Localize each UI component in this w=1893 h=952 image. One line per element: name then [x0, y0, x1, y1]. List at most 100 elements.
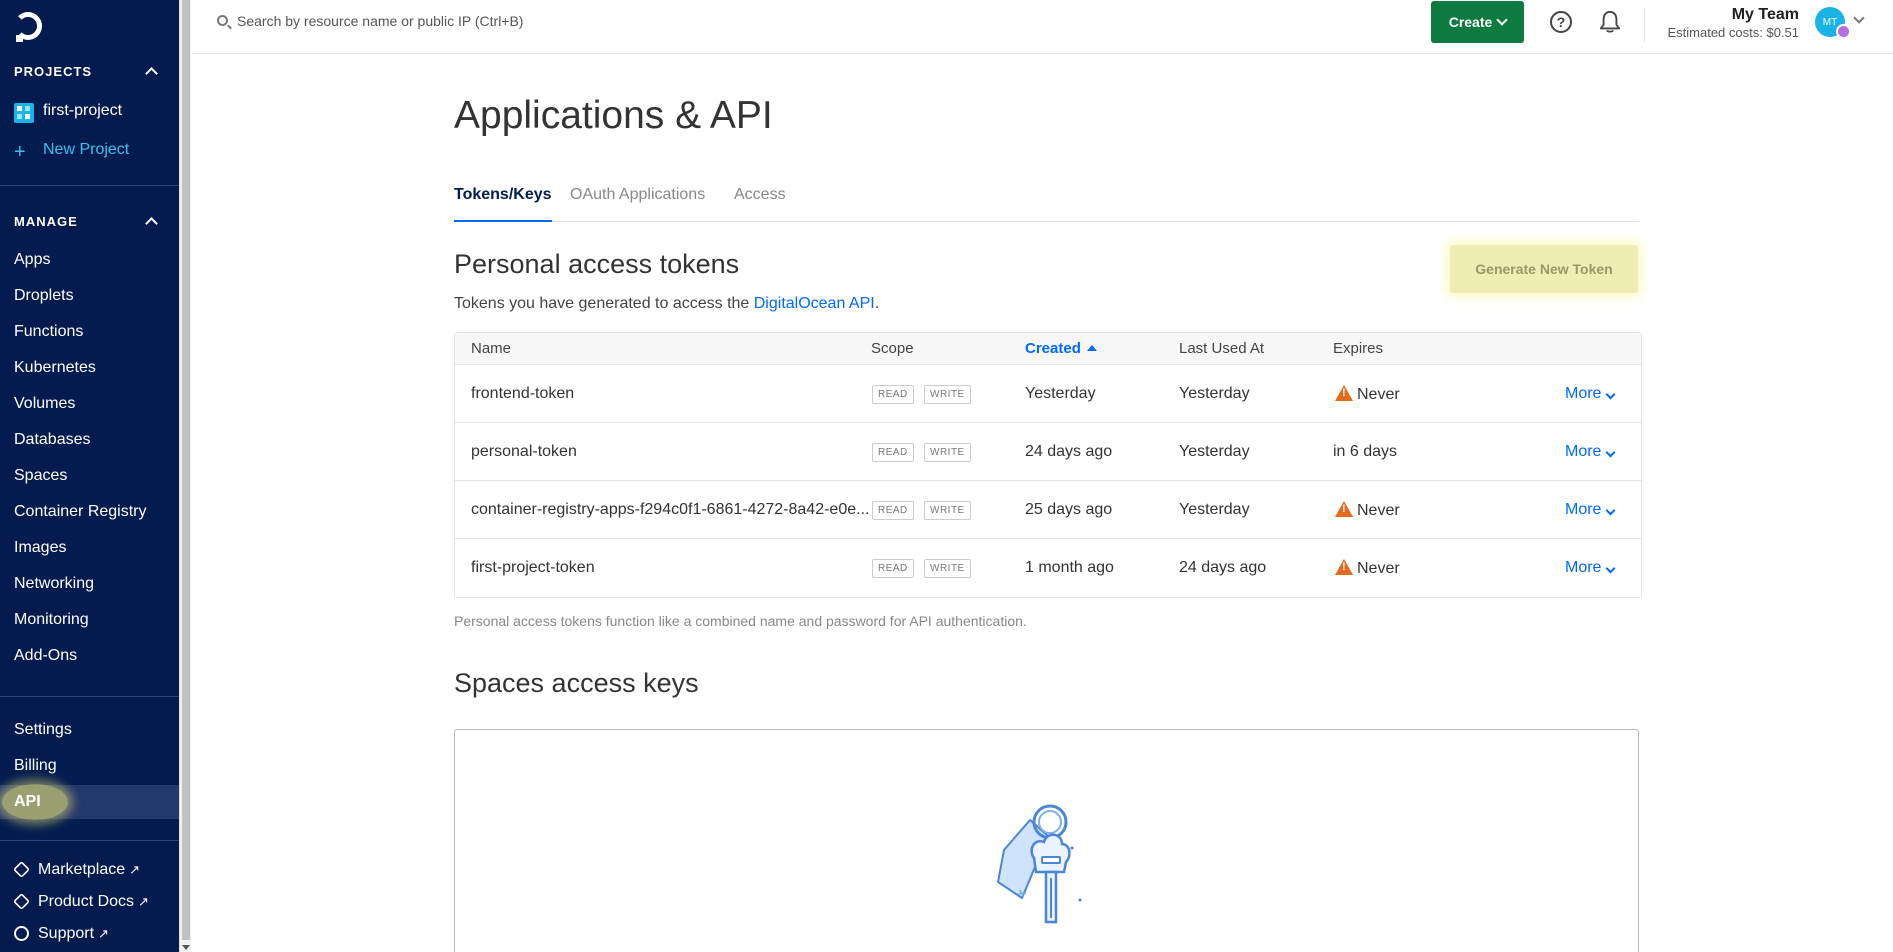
- table-header: Name Scope Created Last Used At Expires: [455, 333, 1641, 365]
- warning-icon: [1335, 385, 1353, 401]
- tabs: Tokens/Keys OAuth Applications Access: [454, 186, 1639, 222]
- column-created[interactable]: Created: [1025, 340, 1097, 357]
- plus-icon[interactable]: +: [14, 141, 26, 164]
- token-expires-value: Never: [1357, 502, 1400, 519]
- token-name: frontend-token: [471, 385, 575, 402]
- sidebar-item-add-ons[interactable]: Add-Ons: [14, 647, 77, 665]
- tab-access[interactable]: Access: [734, 186, 786, 222]
- scrollbar-thumb[interactable]: [182, 0, 190, 940]
- chevron-down-icon: [1496, 14, 1508, 26]
- chevron-down-icon: [1606, 563, 1616, 574]
- tab-oauth-applications[interactable]: OAuth Applications: [570, 186, 705, 222]
- table-row: personal-token READ WRITE 24 days ago Ye…: [455, 423, 1641, 481]
- divider: [0, 840, 179, 841]
- warning-icon: [1335, 559, 1353, 575]
- more-menu-button[interactable]: More: [1565, 385, 1616, 403]
- sidebar-item-spaces[interactable]: Spaces: [14, 467, 67, 485]
- search-input[interactable]: [237, 10, 797, 32]
- more-menu-button[interactable]: More: [1565, 559, 1616, 577]
- column-scope[interactable]: Scope: [871, 340, 914, 357]
- create-button[interactable]: Create: [1431, 1, 1524, 43]
- product-docs-link[interactable]: Product Docs ↗: [38, 893, 149, 911]
- token-expires: Never: [1335, 385, 1400, 404]
- support-link[interactable]: Support ↗: [38, 925, 109, 943]
- support-icon: [14, 926, 29, 941]
- marketplace-link[interactable]: Marketplace ↗: [38, 861, 140, 879]
- token-last-used: Yesterday: [1179, 443, 1250, 460]
- token-name: first-project-token: [471, 559, 595, 576]
- scope-write-badge: WRITE: [924, 559, 971, 578]
- spaces-access-keys-title: Spaces access keys: [454, 668, 699, 698]
- create-label: Create: [1448, 14, 1493, 30]
- page-title: Applications & API: [454, 94, 773, 137]
- sidebar-item-apps[interactable]: Apps: [14, 251, 50, 269]
- external-link-icon: ↗: [138, 894, 149, 909]
- projects-header[interactable]: PROJECTS: [14, 64, 92, 79]
- warning-icon: [1335, 501, 1353, 517]
- scope-write-badge: WRITE: [924, 385, 971, 404]
- token-name: container-registry-apps-f294c0f1-6861-42…: [471, 501, 870, 518]
- token-created: 24 days ago: [1025, 443, 1113, 460]
- digitalocean-api-link[interactable]: DigitalOcean API: [754, 295, 875, 312]
- search-icon: [217, 15, 228, 26]
- external-link-icon: ↗: [98, 926, 109, 941]
- sidebar-item-functions[interactable]: Functions: [14, 323, 83, 341]
- sidebar-item-volumes[interactable]: Volumes: [14, 395, 75, 413]
- chevron-down-icon: [1606, 447, 1616, 458]
- manage-header[interactable]: MANAGE: [14, 214, 78, 229]
- token-created: 1 month ago: [1025, 559, 1114, 576]
- table-row: first-project-token READ WRITE 1 month a…: [455, 539, 1641, 597]
- more-menu-button[interactable]: More: [1565, 443, 1616, 461]
- manage-collapse-icon[interactable]: [145, 217, 158, 230]
- token-expires-value: Never: [1357, 386, 1400, 403]
- token-last-used: 24 days ago: [1179, 559, 1267, 576]
- more-label: More: [1565, 385, 1602, 402]
- scope-read-badge: READ: [872, 559, 914, 578]
- column-last-used[interactable]: Last Used At: [1179, 340, 1264, 357]
- product-docs-label: Product Docs: [38, 893, 135, 910]
- team-name[interactable]: My Team: [1732, 6, 1799, 24]
- projects-collapse-icon[interactable]: [145, 67, 158, 80]
- sidebar-item-images[interactable]: Images: [14, 539, 66, 557]
- sidebar: PROJECTS first-project + New Project MAN…: [0, 0, 179, 952]
- sidebar-item-monitoring[interactable]: Monitoring: [14, 611, 89, 629]
- sidebar-item-databases[interactable]: Databases: [14, 431, 91, 449]
- table-row: frontend-token READ WRITE Yesterday Yest…: [455, 365, 1641, 423]
- scope-write-badge: WRITE: [924, 443, 971, 462]
- more-menu-button[interactable]: More: [1565, 501, 1616, 519]
- scope-read-badge: READ: [872, 385, 914, 404]
- sidebar-item-kubernetes[interactable]: Kubernetes: [14, 359, 96, 377]
- token-expires: in 6 days: [1333, 443, 1398, 460]
- sidebar-item-droplets[interactable]: Droplets: [14, 287, 74, 305]
- token-name: personal-token: [471, 443, 577, 460]
- tab-tokens-keys[interactable]: Tokens/Keys: [454, 186, 552, 222]
- team-badge-icon: [1836, 24, 1851, 39]
- token-created: 25 days ago: [1025, 501, 1113, 518]
- token-last-used: Yesterday: [1179, 385, 1250, 402]
- column-expires[interactable]: Expires: [1333, 340, 1383, 357]
- sidebar-item-api[interactable]: API: [14, 793, 41, 811]
- sort-ascending-icon: [1086, 345, 1097, 351]
- token-expires-value: Never: [1357, 560, 1400, 577]
- scope-read-badge: READ: [872, 443, 914, 462]
- new-project-link[interactable]: New Project: [43, 141, 129, 159]
- column-name[interactable]: Name: [471, 340, 511, 357]
- scope-write-badge: WRITE: [924, 501, 971, 520]
- scroll-down-icon[interactable]: [182, 945, 190, 950]
- divider: [0, 185, 179, 186]
- sidebar-item-settings[interactable]: Settings: [14, 721, 72, 739]
- product-docs-icon: [13, 893, 30, 910]
- notifications-bell-icon[interactable]: [1599, 10, 1621, 34]
- divider: [0, 696, 179, 697]
- tokens-description: Tokens you have generated to access the …: [454, 295, 879, 313]
- generate-new-token-button[interactable]: Generate New Token: [1450, 245, 1638, 293]
- sidebar-item-first-project[interactable]: first-project: [43, 102, 122, 120]
- sidebar-item-networking[interactable]: Networking: [14, 575, 94, 593]
- more-label: More: [1565, 559, 1602, 576]
- sidebar-item-billing[interactable]: Billing: [14, 757, 57, 775]
- digitalocean-logo-icon[interactable]: [14, 12, 42, 42]
- key-illustration-icon: [997, 804, 1082, 924]
- help-icon[interactable]: ?: [1550, 11, 1572, 33]
- sidebar-item-container-registry[interactable]: Container Registry: [14, 503, 147, 521]
- sidebar-scrollbar[interactable]: [179, 0, 191, 952]
